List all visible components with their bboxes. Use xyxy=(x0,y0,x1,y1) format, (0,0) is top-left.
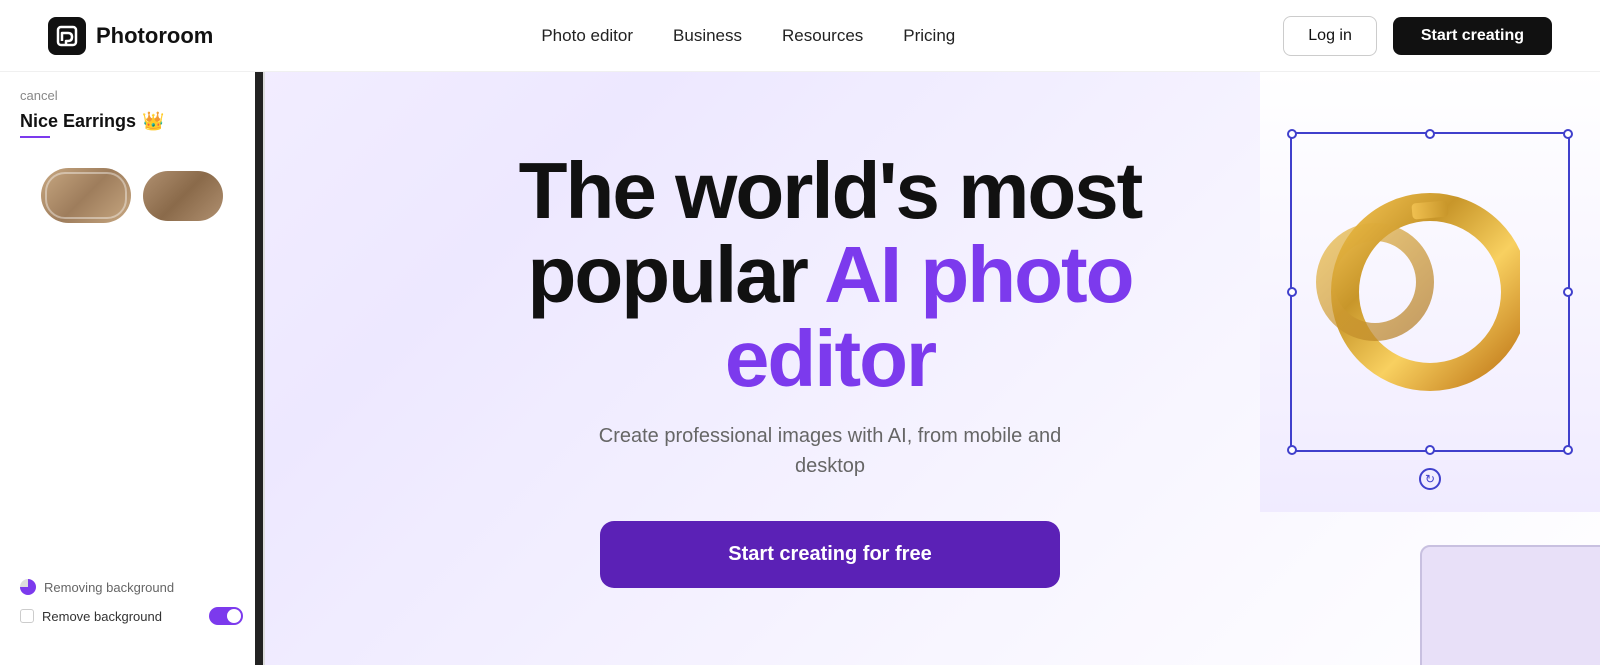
hero-title-line2: popular xyxy=(528,230,825,319)
login-button[interactable]: Log in xyxy=(1283,16,1377,56)
handle-bottom-mid xyxy=(1425,445,1435,455)
nav-pricing[interactable]: Pricing xyxy=(903,26,955,46)
logo-text: Photoroom xyxy=(96,23,213,49)
phone-bottom-controls: Removing background Remove background xyxy=(20,579,243,625)
removing-background-status: Removing background xyxy=(20,579,243,595)
nav-photo-editor[interactable]: Photo editor xyxy=(541,26,633,46)
hero-subtitle: Create professional images with AI, from… xyxy=(519,421,1142,481)
handle-top-left xyxy=(1287,129,1297,139)
phone-image-area xyxy=(20,168,243,223)
logo[interactable]: Photoroom xyxy=(48,17,213,55)
phone-title: Nice Earrings 👑 xyxy=(20,111,243,132)
removing-icon xyxy=(20,579,36,595)
hero-cta-button[interactable]: Start creating for free xyxy=(600,521,1060,588)
handle-mid-left xyxy=(1287,287,1297,297)
hero-content: The world's most popular AI photo editor… xyxy=(519,149,1142,588)
handle-top-right xyxy=(1563,129,1573,139)
earring-visual xyxy=(1300,152,1540,432)
hero-title-purple: AI photo xyxy=(824,230,1132,319)
remove-background-row: Remove background xyxy=(20,607,243,625)
handle-bottom-right xyxy=(1563,445,1573,455)
earring-svg xyxy=(1300,152,1520,412)
nav-links: Photo editor Business Resources Pricing xyxy=(541,26,955,46)
nav-resources[interactable]: Resources xyxy=(782,26,863,46)
handle-mid-right xyxy=(1563,287,1573,297)
remove-bg-checkbox[interactable] xyxy=(20,609,34,623)
nav-business[interactable]: Business xyxy=(673,26,742,46)
phone-cancel-label: cancel xyxy=(20,88,243,103)
bracelet-image-1 xyxy=(41,168,131,223)
phone-mockup: cancel Nice Earrings 👑 + Removing backgr… xyxy=(0,72,265,665)
phone-edge xyxy=(255,72,265,665)
hero-title-line3: editor xyxy=(725,314,935,403)
hero-title: The world's most popular AI photo editor xyxy=(519,149,1142,401)
navbar-actions: Log in Start creating xyxy=(1283,16,1552,56)
bracelet-image-2 xyxy=(143,171,223,221)
earring-mockup: ↻ xyxy=(1260,72,1600,665)
start-creating-button[interactable]: Start creating xyxy=(1393,17,1552,55)
handle-top-mid xyxy=(1425,129,1435,139)
tablet-mockup xyxy=(1420,545,1600,665)
logo-icon xyxy=(48,17,86,55)
rotate-handle: ↻ xyxy=(1419,468,1441,490)
hero-title-line1: The world's most xyxy=(519,146,1142,235)
hero-section: cancel Nice Earrings 👑 + Removing backgr… xyxy=(0,72,1600,665)
handle-bottom-left xyxy=(1287,445,1297,455)
phone-title-underline xyxy=(20,136,50,138)
navbar: Photoroom Photo editor Business Resource… xyxy=(0,0,1600,72)
remove-bg-toggle[interactable] xyxy=(209,607,243,625)
